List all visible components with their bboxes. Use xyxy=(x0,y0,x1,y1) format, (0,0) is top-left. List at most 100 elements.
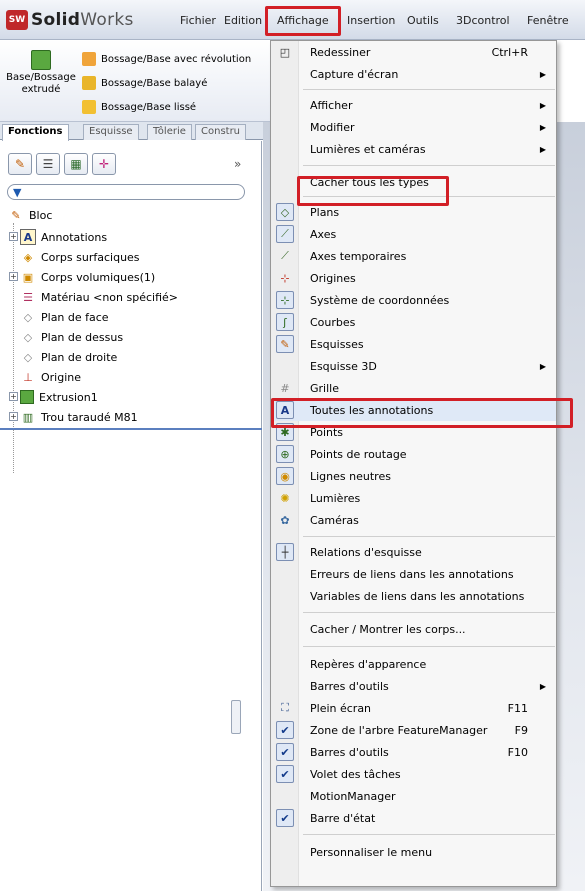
expand-annotations-icon[interactable]: + xyxy=(9,232,18,241)
tree-item-annotations[interactable]: A Annotations xyxy=(20,227,107,247)
menu-outils[interactable]: Outils xyxy=(407,14,439,27)
extruded-boss-button[interactable]: Base/Bossage extrudé xyxy=(4,50,78,96)
tree-item-solid-bodies[interactable]: ▣ Corps volumiques(1) xyxy=(20,267,155,287)
menu-item-courbes[interactable]: ʃ Courbes xyxy=(271,311,556,333)
expand-solid-bodies-icon[interactable]: + xyxy=(9,272,18,281)
parting-lines-icon: ◉ xyxy=(276,467,294,485)
menu-item-axes-temporaires[interactable]: ⟋ Axes temporaires xyxy=(271,245,556,267)
menu-item-barre-etat[interactable]: ✔ Barre d'état xyxy=(271,807,556,829)
menu-item-plans[interactable]: ◇ Plans xyxy=(271,201,556,223)
menu-item-plein-ecran[interactable]: ⛶ Plein écran F11 xyxy=(271,697,556,719)
menu-item-cameras[interactable]: ✿ Caméras xyxy=(271,509,556,531)
menu-insertion[interactable]: Insertion xyxy=(347,14,395,27)
tab-construction[interactable]: Constru xyxy=(195,124,247,140)
solidworks-logo-icon: SW xyxy=(6,10,28,30)
material-icon: ☰ xyxy=(23,290,33,304)
menu-fichier[interactable]: Fichier xyxy=(180,14,216,27)
menu-item-modifier[interactable]: Modifier ▶ xyxy=(271,116,556,138)
menu-item-lignes-neutres[interactable]: ◉ Lignes neutres xyxy=(271,465,556,487)
tree-item-material[interactable]: ☰ Matériau <non spécifié> xyxy=(20,287,178,307)
dimxpert-tab-icon[interactable]: ✛ xyxy=(92,153,116,175)
menu-item-motionmanager[interactable]: MotionManager xyxy=(271,785,556,807)
menu-item-lumieres-cameras[interactable]: Lumières et caméras ▶ xyxy=(271,138,556,160)
menu-item-personnaliser[interactable]: Personnaliser le menu xyxy=(271,841,556,863)
extrude-icon xyxy=(20,390,34,404)
menu-3dcontrol[interactable]: 3Dcontrol xyxy=(456,14,510,27)
swept-boss-button[interactable]: Bossage/Base balayé xyxy=(82,76,207,90)
checkmark-icon: ✔ xyxy=(276,721,294,739)
menu-item-points-routage[interactable]: ⊕ Points de routage xyxy=(271,443,556,465)
tree-item-surface-bodies[interactable]: ◈ Corps surfaciques xyxy=(20,247,140,267)
rollback-bar[interactable] xyxy=(0,428,262,430)
menu-affichage[interactable]: Affichage xyxy=(277,14,329,27)
menu-separator xyxy=(303,536,555,537)
tree-guide xyxy=(13,223,14,473)
part-icon: ✎ xyxy=(11,208,21,222)
expand-tapped-hole-icon[interactable]: + xyxy=(9,412,18,421)
panel-resize-handle[interactable] xyxy=(231,700,241,734)
menu-item-axes[interactable]: ⟋ Axes xyxy=(271,223,556,245)
menu-item-toutes-annotations[interactable]: A Toutes les annotations xyxy=(271,399,556,421)
menu-item-reperes-apparence[interactable]: Repères d'apparence xyxy=(271,653,556,675)
tree-item-right-plane[interactable]: ◇ Plan de droite xyxy=(20,347,118,367)
revolve-boss-button[interactable]: Bossage/Base avec révolution xyxy=(82,52,251,66)
expand-extrusion-icon[interactable]: + xyxy=(9,392,18,401)
menu-item-esquisse-3d[interactable]: Esquisse 3D ▶ xyxy=(271,355,556,377)
fullscreen-icon: ⛶ xyxy=(281,701,289,714)
property-manager-tab-icon[interactable]: ☰ xyxy=(36,153,60,175)
panel-tabs: ✎ ☰ ▦ ✛ xyxy=(8,153,120,175)
checkmark-icon: ✔ xyxy=(276,743,294,761)
surface-bodies-icon: ◈ xyxy=(23,250,33,264)
app-logo-text: SolidWorks xyxy=(31,10,134,30)
sketch-relations-icon: ┼ xyxy=(276,543,294,561)
more-tabs-icon[interactable]: » xyxy=(234,157,241,171)
tree-item-tapped-hole[interactable]: ▥ Trou taraudé M81 xyxy=(20,407,138,427)
menu-item-featuremanager[interactable]: ✔ Zone de l'arbre FeatureManager F9 xyxy=(271,719,556,741)
tree-item-top-plane[interactable]: ◇ Plan de dessus xyxy=(20,327,123,347)
extrude-icon xyxy=(31,50,51,70)
menu-item-redessiner[interactable]: ◰ Redessiner Ctrl+R xyxy=(271,41,556,63)
filter-input[interactable]: ▼ xyxy=(7,184,245,200)
origin-icon: ⊥ xyxy=(23,370,33,384)
menu-item-variables-liens[interactable]: Variables de liens dans les annotations xyxy=(271,585,556,607)
tree-item-bloc[interactable]: ✎ Bloc xyxy=(8,205,52,225)
menu-item-esquisses[interactable]: ✎ Esquisses xyxy=(271,333,556,355)
menu-separator xyxy=(303,612,555,613)
tab-esquisse[interactable]: Esquisse xyxy=(83,124,139,140)
menu-item-cacher-montrer-corps[interactable]: Cacher / Montrer les corps... xyxy=(271,618,556,640)
tree-item-origin[interactable]: ⊥ Origine xyxy=(20,367,81,387)
menu-item-capture[interactable]: Capture d'écran ▶ xyxy=(271,63,556,85)
menu-item-systeme-coordonnees[interactable]: ⊹ Système de coordonnées xyxy=(271,289,556,311)
loft-boss-button[interactable]: Bossage/Base lissé xyxy=(82,100,196,114)
annotations-icon: A xyxy=(20,229,36,245)
submenu-arrow-icon: ▶ xyxy=(539,122,546,132)
menu-item-grille[interactable]: # Grille xyxy=(271,377,556,399)
menu-item-barres-outils-sub[interactable]: Barres d'outils ▶ xyxy=(271,675,556,697)
menu-item-afficher[interactable]: Afficher ▶ xyxy=(271,94,556,116)
menu-item-origines[interactable]: ⊹ Origines xyxy=(271,267,556,289)
configuration-tab-icon[interactable]: ▦ xyxy=(64,153,88,175)
tab-fonctions[interactable]: Fonctions xyxy=(2,124,69,141)
filter-icon: ▼ xyxy=(13,186,22,199)
submenu-arrow-icon: ▶ xyxy=(539,681,546,691)
menu-item-barres-outils[interactable]: ✔ Barres d'outils F10 xyxy=(271,741,556,763)
feature-tree-tab-icon[interactable]: ✎ xyxy=(8,153,32,175)
tree-item-front-plane[interactable]: ◇ Plan de face xyxy=(20,307,109,327)
menu-edition[interactable]: Edition xyxy=(224,14,262,27)
menu-item-relations-esquisse[interactable]: ┼ Relations d'esquisse xyxy=(271,541,556,563)
menu-item-erreurs-liens[interactable]: Erreurs de liens dans les annotations xyxy=(271,563,556,585)
menu-separator xyxy=(303,834,555,835)
menu-item-points[interactable]: ✱ Points xyxy=(271,421,556,443)
coordinate-system-icon: ⊹ xyxy=(276,291,294,309)
menu-item-volet-taches[interactable]: ✔ Volet des tâches xyxy=(271,763,556,785)
sketches-icon: ✎ xyxy=(276,335,294,353)
menu-separator xyxy=(303,89,555,90)
tree-item-extrusion1[interactable]: Extrusion1 xyxy=(20,387,98,407)
checkmark-icon: ✔ xyxy=(276,809,294,827)
menu-fenetre[interactable]: Fenêtre xyxy=(527,14,569,27)
affichage-dropdown-menu: ◰ Redessiner Ctrl+R Capture d'écran ▶ Affi… xyxy=(270,40,557,887)
submenu-arrow-icon: ▶ xyxy=(539,361,546,371)
tab-tolerie[interactable]: Tôlerie xyxy=(147,124,192,140)
menu-item-lumieres[interactable]: ✺ Lumières xyxy=(271,487,556,509)
menu-item-cacher-tous-types[interactable]: Cacher tous les types xyxy=(271,171,556,193)
